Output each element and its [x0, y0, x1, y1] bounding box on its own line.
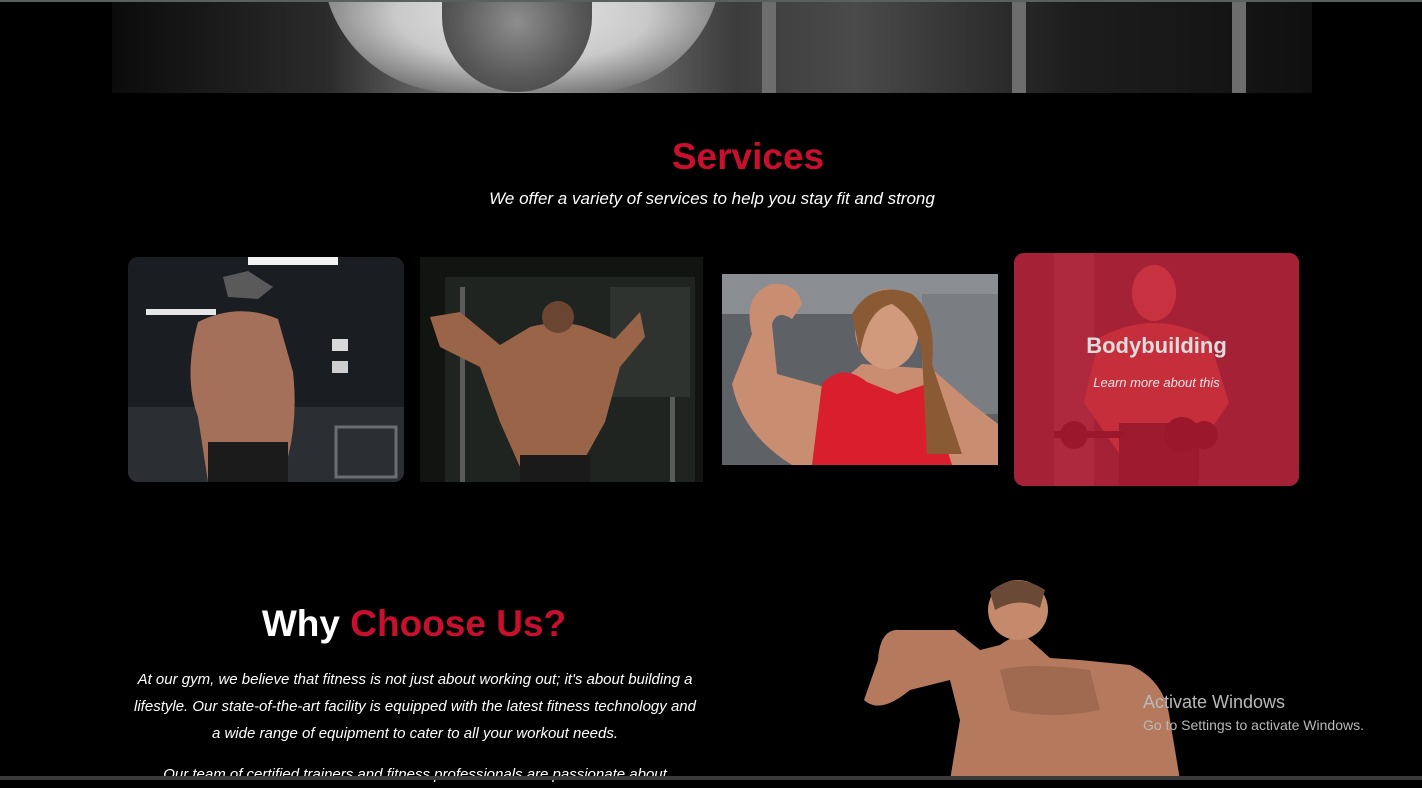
watermark-line-1: Activate Windows	[1143, 692, 1286, 712]
services-subtitle: We offer a variety of services to help y…	[489, 189, 935, 208]
hero-rack-bar	[1232, 2, 1246, 93]
flexing-bodybuilder-image	[850, 570, 1180, 780]
service-image-3	[722, 274, 998, 465]
watermark-line-2: Go to Settings to activate Windows.	[1143, 717, 1364, 733]
learn-more-link[interactable]: Learn more about this	[1014, 375, 1299, 390]
hero-banner-image	[112, 2, 1312, 93]
hero-rack-bar	[762, 2, 776, 93]
service-card-4-overlay	[1014, 253, 1299, 486]
services-title: Services	[671, 136, 825, 177]
service-card-4[interactable]: Bodybuilding Learn more about this	[1014, 253, 1299, 486]
why-choose-us-title: Why Choose Us?	[0, 603, 828, 645]
hero-rack-bar	[1012, 2, 1026, 93]
service-card-4-title: Bodybuilding	[1086, 333, 1227, 358]
why-title-part1: Why	[261, 603, 340, 644]
why-title-part2: Choose Us?	[350, 603, 567, 644]
why-paragraph-1: At our gym, we believe that fitness is n…	[134, 671, 696, 742]
windows-activation-watermark: Activate Windows Go to Settings to activ…	[1143, 692, 1364, 733]
bottom-bar	[0, 776, 1422, 780]
service-image-2	[420, 257, 703, 482]
why-paragraph-2: Our team of certified trainers and fitne…	[163, 766, 667, 783]
service-card-2[interactable]	[420, 257, 703, 482]
service-card-1[interactable]	[128, 257, 404, 482]
service-card-3[interactable]	[722, 274, 998, 465]
service-image-1	[128, 257, 404, 482]
